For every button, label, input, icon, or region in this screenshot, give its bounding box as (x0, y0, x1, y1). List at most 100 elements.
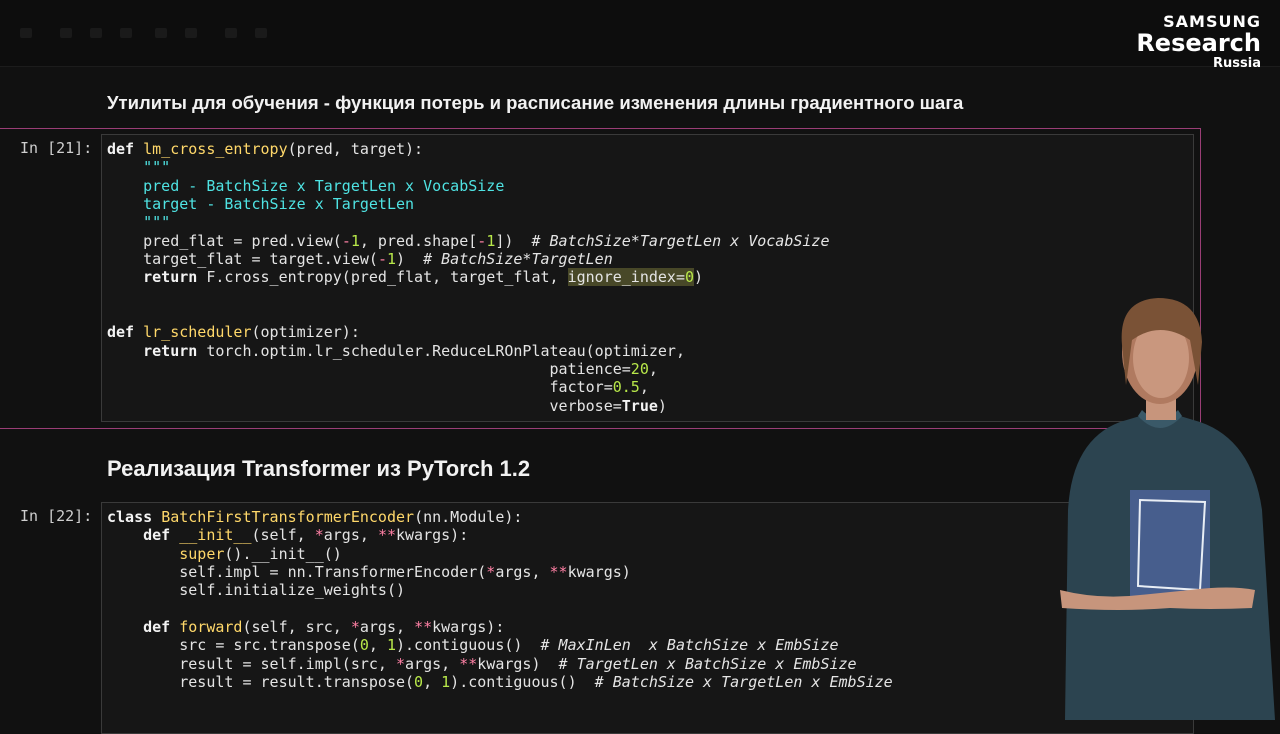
code-line: result = self.impl(src, *args, **kwargs)… (107, 655, 893, 673)
code-token: pred - BatchSize x TargetLen x VocabSize (143, 176, 505, 195)
code-token: super (179, 544, 225, 563)
code-line: class BatchFirstTransformerEncoder(nn.Mo… (107, 508, 893, 526)
code-token: - (477, 231, 487, 250)
code-token: # MaxInLen x BatchSize x EmbSize (540, 636, 839, 655)
code-token: verbose= (107, 396, 622, 415)
code-token: kwargs): (432, 618, 505, 637)
code-token: ]) (495, 231, 532, 250)
code-token: , (639, 378, 649, 397)
toolbar-ghost-icon[interactable] (155, 28, 167, 38)
code-token: torch.optim.lr_scheduler.ReduceLROnPlate… (197, 341, 685, 360)
toolbar-ghost-icon[interactable] (90, 28, 102, 38)
code-token: pred_flat = pred.view( (107, 231, 342, 250)
toolbar-ghost-icon[interactable] (255, 28, 267, 38)
code-line: def lr_scheduler(optimizer): (107, 323, 829, 341)
code-token: 0 (359, 636, 369, 655)
code-token: factor= (107, 378, 613, 397)
code-token: ).contiguous() (396, 636, 541, 655)
code-token: (nn.Module): (414, 508, 523, 526)
code-token: ().__init__() (224, 544, 342, 563)
code-line: """ (107, 158, 829, 176)
code-token: 20 (630, 360, 649, 379)
code-token: target_flat = target.view( (107, 250, 378, 269)
cell-prompt: In [21]: (20, 139, 93, 157)
code-token: 0 (684, 268, 695, 287)
code-line: target - BatchSize x TargetLen (107, 195, 829, 213)
code-token: args, (359, 618, 415, 637)
code-editor[interactable]: def lm_cross_entropy(pred, target): """ … (107, 140, 829, 415)
code-token: (optimizer): (251, 323, 360, 342)
code-token: ** (414, 618, 433, 637)
code-token: patience= (107, 360, 631, 379)
code-line: patience=20, (107, 360, 829, 378)
code-line: self.initialize_weights() (107, 581, 893, 599)
code-token: def (143, 526, 171, 545)
code-token: class (107, 508, 153, 526)
code-token: def (143, 618, 171, 637)
code-token: """ (143, 158, 171, 177)
code-token: result = result.transpose( (107, 673, 415, 692)
code-token: 0.5 (612, 378, 640, 397)
toolbar-ghost-icon[interactable] (20, 28, 32, 38)
toolbar-ghost-icon[interactable] (60, 28, 72, 38)
code-token: __init__ (179, 526, 252, 545)
code-token: ** (377, 526, 396, 545)
code-token: F.cross_entropy(pred_flat, target_flat, (197, 268, 568, 287)
code-token: 1 (386, 250, 396, 269)
code-token: ** (459, 654, 478, 673)
code-line: super().__init__() (107, 545, 893, 563)
code-token: - (341, 231, 351, 250)
code-token: kwargs) (567, 563, 631, 582)
code-token: ** (549, 563, 568, 582)
code-line: ​ (107, 287, 829, 305)
code-token: 1 (486, 231, 496, 250)
code-token: ) (694, 268, 704, 287)
cell-prompt: In [22]: (20, 507, 93, 525)
code-token: forward (179, 618, 243, 637)
markdown-heading-utilities: Утилиты для обучения - функция потерь и … (107, 92, 964, 113)
toolbar-ghost-icon[interactable] (120, 28, 132, 38)
toolbar-ghost-icon[interactable] (185, 28, 197, 38)
code-token: (self, src, (242, 618, 351, 637)
code-token: # BatchSize*TargetLen x VocabSize (531, 231, 830, 250)
code-line: def __init__(self, *args, **kwargs): (107, 526, 893, 544)
code-token: * (314, 526, 324, 545)
code-token: def (107, 323, 135, 342)
code-token: 1 (386, 636, 396, 655)
code-token: (self, (251, 526, 315, 545)
code-line: pred - BatchSize x TargetLen x VocabSize (107, 177, 829, 195)
code-line: src = src.transpose(0, 1).contiguous() #… (107, 636, 893, 654)
code-token: , (368, 636, 387, 655)
notebook-toolbar (0, 0, 1280, 67)
code-token: # BatchSize*TargetLen (423, 250, 613, 269)
logo-line-research: Research (1136, 29, 1261, 57)
code-token: self.impl = nn.TransformerEncoder( (107, 563, 487, 582)
markdown-heading-transformer: Реализация Transformer из PyTorch 1.2 (107, 456, 531, 481)
code-token: args, (323, 526, 378, 545)
code-token: - (377, 250, 387, 269)
code-token: src = src.transpose( (107, 636, 360, 655)
code-token: lr_scheduler (143, 323, 252, 342)
code-token: return (143, 268, 198, 287)
code-line: result = result.transpose(0, 1).contiguo… (107, 673, 892, 692)
code-token: 1 (441, 673, 451, 692)
toolbar-ghost-icon[interactable] (225, 28, 237, 38)
code-token: target - BatchSize x TargetLen (143, 195, 415, 214)
code-token: args, (405, 654, 460, 673)
code-token: ignore_index= (567, 268, 685, 287)
code-token: ) (657, 396, 667, 415)
code-editor[interactable]: class BatchFirstTransformerEncoder(nn.Mo… (107, 508, 893, 691)
code-token: def (107, 140, 135, 158)
code-token: args, (495, 563, 550, 582)
code-token: * (395, 654, 406, 673)
code-token: , pred.shape[ (359, 231, 478, 250)
code-token: * (486, 563, 496, 582)
